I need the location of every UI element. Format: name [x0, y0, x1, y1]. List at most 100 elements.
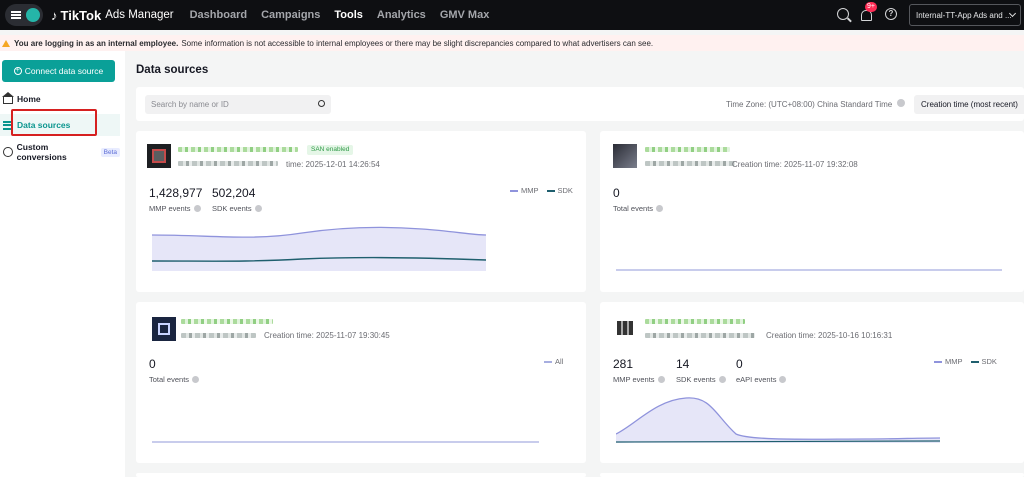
warning-icon: [2, 39, 10, 47]
source-name: [645, 147, 730, 152]
nav-tools[interactable]: Tools: [334, 9, 363, 21]
legend-swatch-mmp: [510, 189, 518, 192]
legend-swatch-sdk: [546, 189, 555, 192]
app-icon: [147, 144, 171, 168]
info-icon: [656, 205, 664, 212]
source-id: [181, 333, 256, 338]
nav-campaigns[interactable]: Campaigns: [261, 9, 320, 21]
brand-logo[interactable]: ♪ TikTok Ads Manager: [51, 8, 174, 23]
top-nav: ♪ TikTok Ads Manager Dashboard Campaigns…: [0, 0, 1024, 30]
events-chart: [152, 226, 487, 271]
banner-bold-text: You are logging in as an internal employ…: [14, 38, 179, 48]
menu-toggle-button[interactable]: [5, 4, 43, 26]
legend-swatch-all: [544, 360, 552, 363]
data-source-card[interactable]: Creation time: 2025-11-07 19:32:08 0 Tot…: [600, 131, 1024, 292]
metric-label-text: SDK events: [676, 375, 716, 384]
creation-time: Creation time: 2025-11-07 19:30:45: [264, 331, 390, 340]
events-chart: [152, 441, 539, 443]
metric-value: 502,204: [212, 186, 256, 200]
data-source-card[interactable]: SAN enabled time: 2025-12-01 14:26:54 1,…: [136, 131, 586, 292]
connect-label: Connect data source: [24, 66, 104, 76]
timezone-label: Time Zone: (UTC+08:00) China Standard Ti…: [726, 100, 893, 109]
metric-label: MMP events: [149, 204, 201, 213]
metric-label: eAPI events: [736, 375, 787, 384]
account-avatar: [26, 8, 40, 22]
metric-label-text: eAPI events: [736, 375, 777, 384]
notifications-button[interactable]: 9+: [861, 2, 877, 22]
chart-legend: MMP SDK: [502, 186, 573, 195]
metric-label-text: Total events: [149, 375, 190, 384]
legend-mmp: MMP: [521, 186, 539, 195]
nav-gmv-max[interactable]: GMV Max: [440, 9, 490, 21]
data-source-card[interactable]: Creation time: 2025-10-16 10:16:31 281 1…: [600, 302, 1024, 463]
info-icon: [657, 376, 665, 383]
metric-value: 281: [613, 357, 634, 371]
events-chart: [616, 397, 941, 443]
data-source-card[interactable]: [136, 473, 586, 477]
chart-legend: MMP SDK: [926, 357, 997, 366]
conversion-icon: [3, 147, 13, 157]
app-icon: [152, 317, 176, 341]
notification-badge: 9+: [865, 2, 877, 12]
beta-badge: Beta: [100, 147, 120, 157]
search-field[interactable]: [145, 95, 331, 114]
banner-text: Some information is not accessible to in…: [181, 38, 654, 48]
metric-value: 0: [149, 357, 156, 371]
legend-swatch-mmp: [934, 360, 942, 363]
search-button[interactable]: [837, 8, 851, 22]
legend-all: All: [555, 357, 564, 366]
sidebar-item-custom-conversions[interactable]: Custom conversions Beta: [0, 141, 120, 163]
help-button[interactable]: ?: [885, 8, 899, 22]
metric-label-text: Total events: [613, 204, 654, 213]
search-icon: [837, 8, 849, 20]
sidebar-item-home[interactable]: Home: [0, 88, 120, 110]
sort-select[interactable]: Creation time (most recent): [914, 95, 1024, 114]
legend-sdk: SDK: [981, 357, 997, 366]
metric-label: MMP events: [613, 375, 665, 384]
sidebar-item-label: Home: [17, 94, 41, 104]
account-name: Internal-TT-App Ads and ...: [916, 10, 1012, 20]
creation-time: time: 2025-12-01 14:26:54: [286, 160, 380, 169]
chart-legend: All: [544, 357, 563, 366]
source-name: [181, 319, 273, 324]
account-selector[interactable]: Internal-TT-App Ads and ...: [909, 4, 1021, 26]
creation-time: Creation time: 2025-11-07 19:32:08: [732, 160, 858, 169]
connect-data-source-button[interactable]: + Connect data source: [2, 60, 115, 82]
search-input[interactable]: [151, 100, 311, 109]
internal-employee-banner: You are logging in as an internal employ…: [0, 35, 1024, 51]
source-name: [178, 147, 298, 152]
source-id: [178, 161, 278, 166]
creation-time: Creation time: 2025-10-16 10:16:31: [766, 331, 893, 340]
metric-label: SDK events: [676, 375, 726, 384]
highlight-annotation: [11, 109, 97, 136]
plus-circle-icon: +: [13, 67, 22, 75]
events-chart: [616, 269, 1002, 271]
legend-mmp: MMP: [945, 357, 963, 366]
nav-right-group: 9+ ? Internal-TT-App Ads and ...: [837, 0, 1024, 30]
main-nav: Dashboard Campaigns Tools Analytics GMV …: [190, 0, 504, 30]
info-icon: [192, 376, 200, 383]
data-source-card[interactable]: [600, 473, 1024, 477]
sidebar-item-label: Custom conversions: [16, 142, 67, 162]
nav-analytics[interactable]: Analytics: [377, 9, 426, 21]
metric-label-text: SDK events: [212, 204, 252, 213]
info-icon[interactable]: [897, 99, 905, 107]
info-icon: [779, 376, 787, 383]
metric-label-text: MMP events: [613, 375, 655, 384]
metric-label-text: MMP events: [149, 204, 191, 213]
brand-subtitle: Ads Manager: [105, 9, 174, 21]
metric-value: 14: [676, 357, 690, 371]
info-icon: [254, 205, 262, 212]
page-title: Data sources: [136, 64, 209, 76]
data-source-card[interactable]: Creation time: 2025-11-07 19:30:45 0 Tot…: [136, 302, 586, 463]
info-icon: [193, 205, 201, 212]
brand-name: TikTok: [60, 7, 102, 23]
mmp-area: [616, 397, 940, 443]
metric-value: 1,428,977: [149, 186, 203, 200]
filter-bar: Time Zone: (UTC+08:00) China Standard Ti…: [136, 87, 1024, 121]
nav-dashboard[interactable]: Dashboard: [190, 9, 247, 21]
metric-label: SDK events: [212, 204, 262, 213]
source-id: [645, 161, 735, 166]
info-icon: [718, 376, 726, 383]
san-enabled-tag: SAN enabled: [307, 145, 354, 155]
